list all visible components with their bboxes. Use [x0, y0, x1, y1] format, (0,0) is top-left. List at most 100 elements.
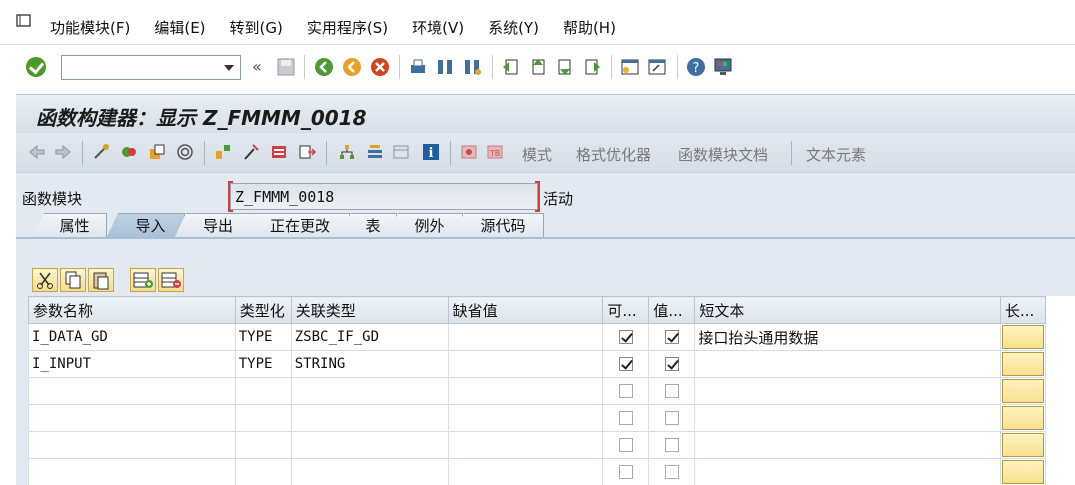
- arrow-right-icon[interactable]: [54, 143, 72, 161]
- cell-default-value[interactable]: [447, 431, 604, 459]
- previous-page-icon[interactable]: [528, 57, 548, 77]
- col-optional[interactable]: 可...: [602, 296, 650, 324]
- first-page-icon[interactable]: [501, 57, 521, 77]
- optional-checkbox[interactable]: [618, 357, 633, 371]
- col-long-text[interactable]: 长...: [999, 296, 1046, 324]
- cell-associated-type[interactable]: [290, 404, 449, 432]
- cell-associated-type[interactable]: STRING: [290, 350, 449, 378]
- cell-pass-value[interactable]: [648, 323, 696, 351]
- exit-icon[interactable]: [342, 57, 362, 77]
- save-icon[interactable]: [276, 57, 296, 77]
- long-text-button[interactable]: [1001, 406, 1044, 430]
- find-next-icon[interactable]: [462, 57, 482, 77]
- menu-help[interactable]: 帮助(H): [563, 17, 616, 38]
- pretty-printer-button[interactable]: 格式优化器: [576, 144, 651, 165]
- long-text-button[interactable]: [1001, 460, 1044, 484]
- chevron-down-icon[interactable]: [224, 65, 234, 71]
- optional-checkbox[interactable]: [618, 438, 633, 452]
- menu-function-module[interactable]: 功能模块(F): [50, 17, 130, 38]
- display-object-icon[interactable]: [460, 143, 478, 161]
- cell-short-text[interactable]: [694, 350, 1001, 378]
- long-text-button[interactable]: [1001, 379, 1044, 403]
- pass-value-checkbox[interactable]: [664, 384, 679, 398]
- cell-pass-value[interactable]: [648, 458, 696, 485]
- pass-value-checkbox[interactable]: [664, 438, 679, 452]
- copy-row-button[interactable]: [60, 268, 86, 292]
- optional-checkbox[interactable]: [618, 411, 633, 425]
- cell-optional[interactable]: [602, 323, 650, 351]
- cell-typing[interactable]: [234, 404, 292, 432]
- tab-import[interactable]: 导入: [106, 213, 185, 239]
- pattern-button[interactable]: 模式: [522, 144, 552, 165]
- cell-short-text[interactable]: 接口抬头通用数据: [694, 323, 1001, 351]
- cell-parameter-name[interactable]: [28, 377, 236, 405]
- tab-changing[interactable]: 正在更改: [240, 213, 350, 239]
- print-icon[interactable]: [408, 57, 428, 77]
- menu-edit[interactable]: 编辑(E): [154, 17, 205, 38]
- help-icon[interactable]: ?: [686, 57, 706, 77]
- text-elements-button[interactable]: 文本元素: [806, 144, 866, 165]
- cell-optional[interactable]: [602, 350, 650, 378]
- display-change-icon[interactable]: [92, 143, 110, 161]
- col-default-value[interactable]: 缺省值: [447, 296, 604, 324]
- cell-associated-type[interactable]: [290, 458, 449, 485]
- find-icon[interactable]: [435, 57, 455, 77]
- insert-row-button[interactable]: [130, 268, 156, 292]
- menu-goto[interactable]: 转到(G): [230, 17, 283, 38]
- optional-checkbox[interactable]: [618, 465, 633, 479]
- cell-short-text[interactable]: [694, 377, 1001, 405]
- optional-checkbox[interactable]: [618, 384, 633, 398]
- cell-parameter-name[interactable]: I_DATA_GD: [28, 323, 236, 351]
- test-icon[interactable]: [242, 143, 260, 161]
- cell-default-value[interactable]: [447, 458, 604, 485]
- system-menu-icon[interactable]: [16, 14, 32, 28]
- cell-parameter-name[interactable]: I_INPUT: [28, 350, 236, 378]
- menu-system[interactable]: 系统(Y): [488, 17, 539, 38]
- tab-source-code[interactable]: 源代码: [452, 213, 544, 239]
- cell-optional[interactable]: [602, 404, 650, 432]
- cell-associated-type[interactable]: [290, 377, 449, 405]
- cell-short-text[interactable]: [694, 458, 1001, 485]
- layout-menu-icon[interactable]: [713, 57, 733, 77]
- cell-short-text[interactable]: [694, 431, 1001, 459]
- cell-short-text[interactable]: [694, 404, 1001, 432]
- cell-typing[interactable]: [234, 377, 292, 405]
- cell-associated-type[interactable]: [290, 431, 449, 459]
- cell-typing[interactable]: [234, 458, 292, 485]
- command-field[interactable]: [61, 55, 241, 80]
- cell-long-text[interactable]: [999, 377, 1046, 405]
- info-icon[interactable]: i: [422, 143, 440, 161]
- cell-long-text[interactable]: [999, 404, 1046, 432]
- cancel-icon[interactable]: [370, 57, 390, 77]
- optional-checkbox[interactable]: [618, 330, 633, 344]
- object-list-icon[interactable]: [270, 143, 288, 161]
- cell-long-text[interactable]: [999, 431, 1046, 459]
- cell-pass-value[interactable]: [648, 350, 696, 378]
- hierarchy-icon[interactable]: [338, 143, 356, 161]
- cell-parameter-name[interactable]: [28, 431, 236, 459]
- active-inactive-icon[interactable]: [120, 143, 138, 161]
- menu-utilities[interactable]: 实用程序(S): [307, 17, 388, 38]
- cell-default-value[interactable]: [447, 323, 604, 351]
- navigation-icon[interactable]: [298, 143, 316, 161]
- cell-typing[interactable]: TYPE: [234, 350, 292, 378]
- cell-long-text[interactable]: [999, 323, 1046, 351]
- cell-long-text[interactable]: [999, 458, 1046, 485]
- where-used-icon[interactable]: [214, 143, 232, 161]
- arrow-left-icon[interactable]: [28, 143, 46, 161]
- long-text-button[interactable]: [1001, 433, 1044, 457]
- pass-value-checkbox[interactable]: [664, 465, 679, 479]
- cell-pass-value[interactable]: [648, 377, 696, 405]
- col-short-text[interactable]: 短文本: [694, 296, 1001, 324]
- activate-icon[interactable]: [176, 143, 194, 161]
- cell-optional[interactable]: [602, 458, 650, 485]
- enhance-icon[interactable]: TB: [486, 143, 504, 161]
- new-session-icon[interactable]: [620, 57, 640, 77]
- collapse-icon[interactable]: «: [252, 57, 262, 76]
- cell-parameter-name[interactable]: [28, 458, 236, 485]
- paste-row-button[interactable]: [88, 268, 114, 292]
- menu-environment[interactable]: 环境(V): [412, 17, 464, 38]
- cell-optional[interactable]: [602, 431, 650, 459]
- pass-value-checkbox[interactable]: [664, 357, 679, 371]
- enter-icon[interactable]: [26, 57, 46, 77]
